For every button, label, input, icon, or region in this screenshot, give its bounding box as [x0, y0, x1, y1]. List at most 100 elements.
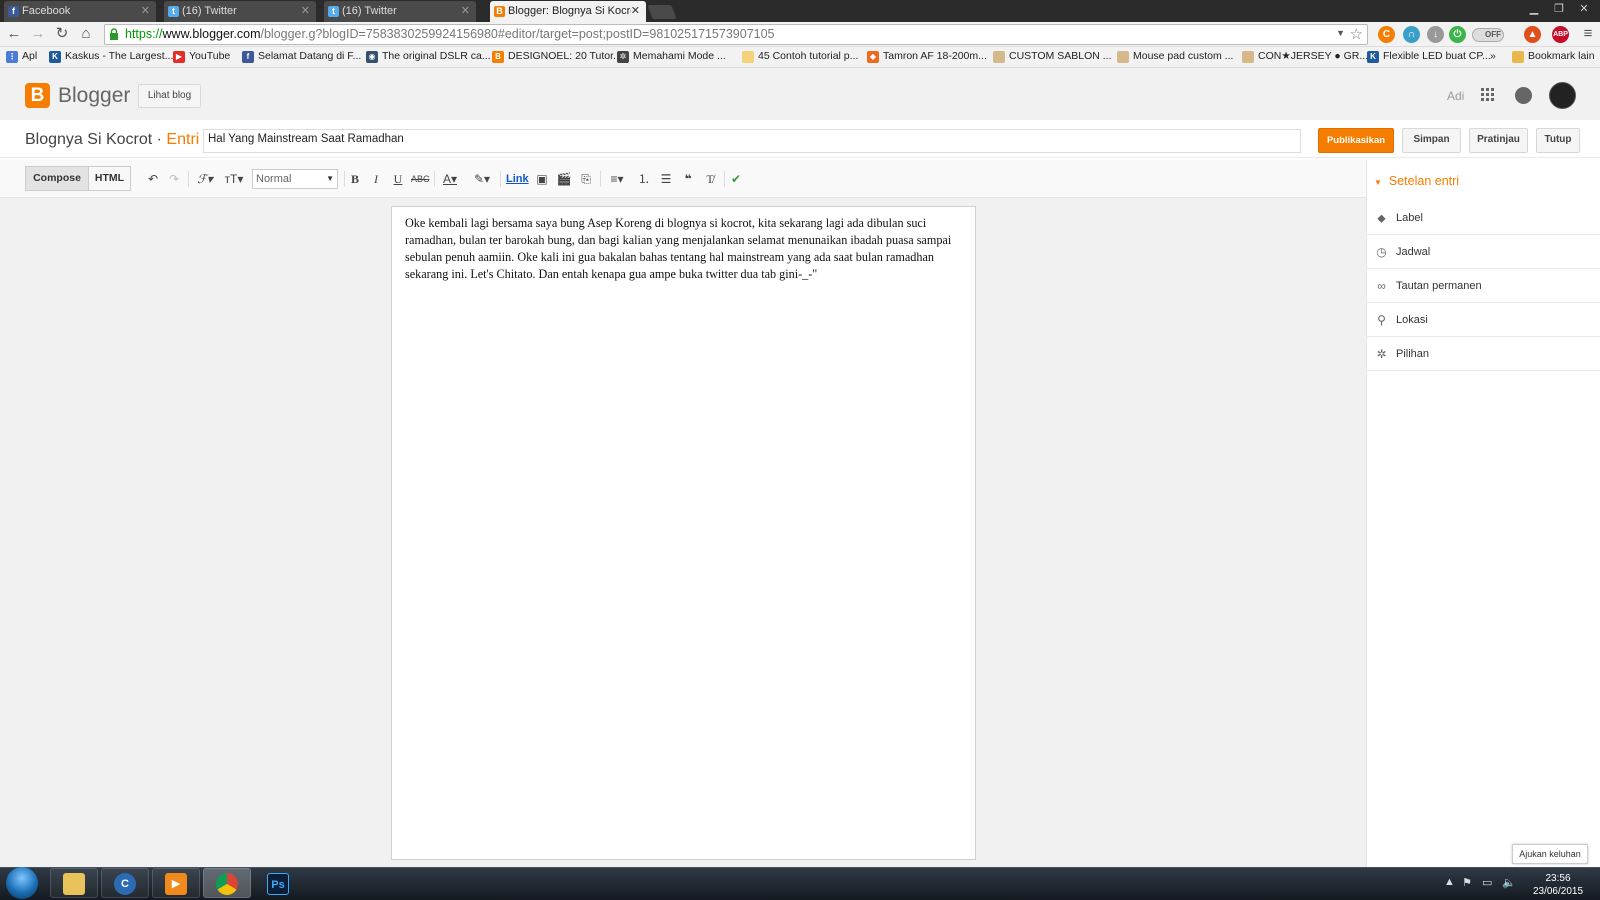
dropdown-arrow-icon[interactable]: ▼ — [1336, 28, 1345, 38]
fire-icon[interactable]: ▲ — [1524, 26, 1541, 43]
close-icon[interactable]: ✕ — [141, 1, 150, 22]
home-icon[interactable]: ⌂ — [76, 24, 96, 44]
sidebar-item-options[interactable]: ✲ Pilihan — [1366, 337, 1600, 371]
window-close-icon[interactable]: ✕ — [1572, 0, 1596, 20]
font-size-icon[interactable]: ᴛT▾ — [222, 170, 246, 188]
headphones-icon[interactable]: ∩ — [1403, 26, 1420, 43]
reload-icon[interactable]: ↻ — [52, 24, 72, 44]
save-button[interactable]: Simpan — [1402, 128, 1461, 153]
apps-grid-icon[interactable] — [1481, 88, 1495, 102]
sidebar-item-permalink[interactable]: ∞ Tautan permanen — [1366, 269, 1600, 303]
sidebar-item-label[interactable]: ⬥ Label — [1366, 201, 1600, 235]
close-icon[interactable]: ✕ — [630, 1, 640, 22]
compose-mode-button[interactable]: Compose — [25, 166, 89, 191]
highlight-color-icon[interactable]: ✎▾ — [470, 170, 494, 188]
bookmark-facebook[interactable]: f Selamat Datang di F... — [242, 50, 361, 63]
bookmark-dslr[interactable]: ◉ The original DSLR ca... — [366, 50, 491, 63]
align-icon[interactable]: ≡▾ — [605, 170, 629, 188]
forward-icon[interactable]: → — [28, 24, 48, 44]
sidebar-item-schedule[interactable]: ◷ Jadwal — [1366, 235, 1600, 269]
bookmark-designoel[interactable]: B DESIGNOEL: 20 Tutor... — [492, 50, 622, 63]
clear-formatting-icon[interactable]: T̸ — [702, 170, 718, 188]
tab-twitter-2[interactable]: t (16) Twitter ✕ — [324, 1, 476, 22]
avatar[interactable] — [1549, 82, 1576, 109]
strikethrough-icon[interactable]: ABC — [411, 170, 430, 188]
bookmark-custom-sablon[interactable]: CUSTOM SABLON ... — [993, 50, 1112, 63]
feedback-button[interactable]: Ajukan keluhan — [1512, 844, 1588, 864]
redo-icon[interactable]: ↷ — [167, 170, 181, 188]
preview-button[interactable]: Pratinjau — [1469, 128, 1528, 153]
insert-video-icon[interactable]: 🎬 — [556, 170, 572, 188]
taskbar-app-ccleaner[interactable]: C — [101, 868, 149, 898]
taskbar-app-chrome[interactable] — [203, 868, 251, 898]
toggle-switch[interactable]: OFF — [1472, 28, 1504, 42]
more-bookmarks-button[interactable]: » — [1490, 50, 1496, 62]
close-icon[interactable]: ✕ — [461, 1, 470, 22]
action-center-flag-icon[interactable]: ⚑ — [1462, 876, 1472, 889]
bookmark-flexible-led[interactable]: K Flexible LED buat CP... — [1367, 50, 1491, 63]
quote-icon[interactable]: ❝ — [680, 170, 696, 188]
close-button[interactable]: Tutup — [1536, 128, 1580, 153]
taskbar-clock[interactable]: 23:56 23/06/2015 — [1528, 872, 1588, 898]
format-select[interactable]: Normal ▼ — [252, 169, 338, 189]
text-color-icon[interactable]: A▾ — [438, 170, 462, 188]
post-settings-heading[interactable]: ▼ Setelan entri — [1374, 174, 1459, 188]
bookmark-con-jersey[interactable]: CON★JERSEY ● GR... — [1242, 50, 1368, 63]
blog-name[interactable]: Blognya Si Kocrot — [25, 131, 152, 148]
download-icon[interactable]: ↓ — [1427, 26, 1444, 43]
volume-icon[interactable]: 🔈 — [1502, 876, 1516, 889]
taskbar-app-photoshop[interactable]: Ps — [254, 868, 302, 898]
underline-icon[interactable]: U — [391, 170, 405, 188]
bookmark-contoh-tutorial[interactable]: 45 Contoh tutorial p... — [742, 50, 858, 63]
tray-expand-icon[interactable]: ▲ — [1444, 876, 1455, 888]
close-icon[interactable]: ✕ — [301, 1, 310, 22]
tab-blogger[interactable]: B Blogger: Blognya Si Kocrot ✕ — [490, 1, 646, 22]
power-icon[interactable]: ⏻ — [1449, 26, 1466, 43]
bookmark-mouse-pad[interactable]: Mouse pad custom ... — [1117, 50, 1233, 63]
insert-image-icon[interactable]: ▣ — [534, 170, 550, 188]
other-bookmarks[interactable]: Bookmark lain — [1512, 50, 1595, 63]
html-mode-button[interactable]: HTML — [88, 166, 131, 191]
adblock-icon[interactable]: ABP — [1552, 26, 1569, 43]
publish-button[interactable]: Publikasikan — [1318, 128, 1394, 153]
tab-facebook[interactable]: f Facebook ✕ — [4, 1, 156, 22]
font-family-icon[interactable]: ℱ▾ — [194, 170, 216, 188]
view-blog-button[interactable]: Lihat blog — [138, 84, 201, 108]
notifications-icon[interactable] — [1515, 87, 1532, 104]
bookmark-memahami-mode[interactable]: ✲ Memahami Mode ... — [617, 50, 726, 63]
new-tab-button[interactable] — [647, 5, 677, 19]
back-icon[interactable]: ← — [4, 24, 24, 44]
numbered-list-icon[interactable]: ⒈ — [636, 170, 652, 188]
blogger-logo-text[interactable]: Blogger — [58, 84, 130, 108]
restore-icon[interactable]: ❐ — [1547, 0, 1571, 20]
post-body-editor[interactable]: Oke kembali lagi bersama saya bung Asep … — [391, 206, 976, 860]
bookmark-apps[interactable]: ⋮ Apl — [6, 50, 37, 63]
username[interactable]: Adi — [1447, 89, 1464, 103]
spellcheck-icon[interactable]: ✔ — [728, 170, 744, 188]
bookmark-kaskus[interactable]: K Kaskus - The Largest... — [49, 50, 173, 63]
tab-twitter-1[interactable]: t (16) Twitter ✕ — [164, 1, 316, 22]
bullet-list-icon[interactable]: ☰ — [658, 170, 674, 188]
bookmark-youtube[interactable]: ▶ YouTube — [173, 50, 230, 63]
start-button[interactable] — [6, 867, 38, 899]
undo-icon[interactable]: ↶ — [146, 170, 160, 188]
insert-jump-break-icon[interactable]: ⎘ — [578, 170, 594, 188]
bookmark-star-icon[interactable]: ☆ — [1350, 25, 1363, 43]
extension-orange-icon[interactable]: C — [1378, 26, 1395, 43]
bold-icon[interactable]: B — [348, 170, 362, 188]
sidebar-item-location[interactable]: ⚲ Lokasi — [1366, 303, 1600, 337]
taskbar-app-media-player[interactable]: ▶ — [152, 868, 200, 898]
address-bar[interactable]: https://www.blogger.com/blogger.g?blogID… — [104, 24, 1368, 45]
post-title-input[interactable]: Hal Yang Mainstream Saat Ramadhan — [203, 129, 1301, 153]
taskbar-app-explorer[interactable] — [50, 868, 98, 898]
italic-icon[interactable]: I — [369, 170, 383, 188]
kaskus-icon: K — [49, 51, 61, 63]
minimize-icon[interactable]: ▁ — [1522, 0, 1546, 20]
menu-icon[interactable]: ≡ — [1578, 24, 1598, 44]
blogger-logo-icon[interactable]: B — [25, 83, 50, 108]
sidebar-item-text: Pilihan — [1396, 348, 1430, 360]
network-icon[interactable]: ▭ — [1482, 876, 1492, 889]
post-body-text[interactable]: Oke kembali lagi bersama saya bung Asep … — [392, 207, 975, 291]
insert-link-button[interactable]: Link — [506, 170, 529, 188]
bookmark-tamron[interactable]: ◆ Tamron AF 18-200m... — [867, 50, 987, 63]
